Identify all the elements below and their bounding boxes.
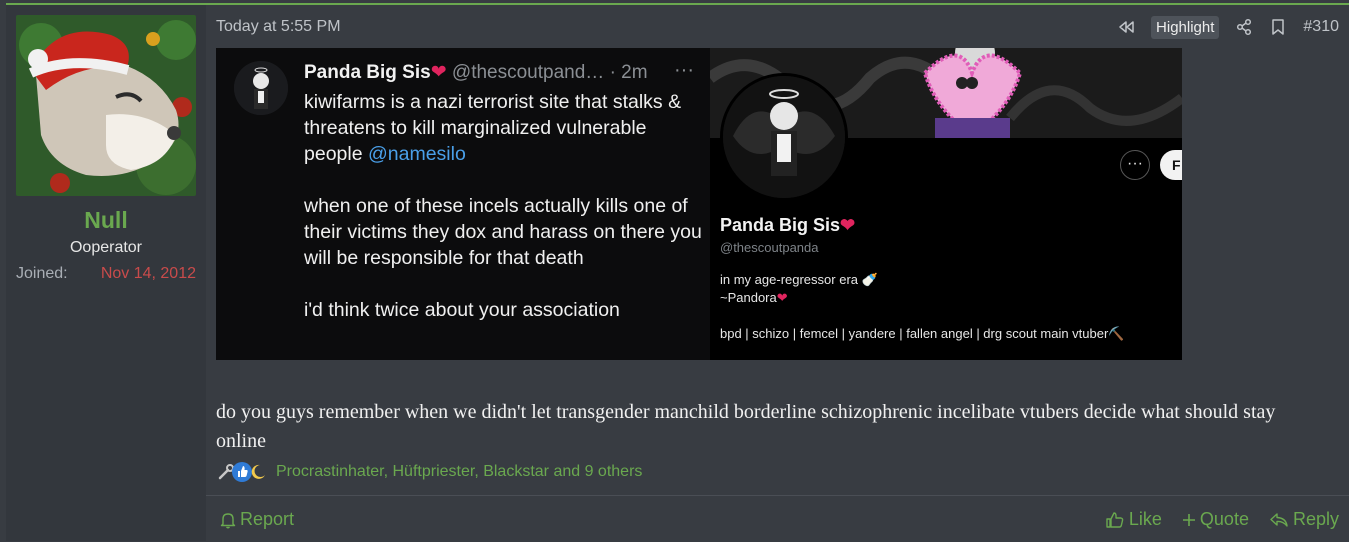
- reply-icon: [1270, 512, 1288, 527]
- author-avatar[interactable]: [16, 15, 196, 196]
- profile-name-text: Panda Big Sis: [720, 215, 841, 235]
- quote-label: Quote: [1199, 509, 1249, 529]
- post-author-sidebar: Null Ooperator Joined: Nov 14, 2012: [6, 5, 206, 541]
- joined-date: Nov 14, 2012: [100, 265, 196, 282]
- reply-button[interactable]: Reply: [1269, 509, 1339, 530]
- reaction-users[interactable]: Procrastinhater, Hüftpriester, Blackstar…: [276, 463, 642, 481]
- tweet-paragraph-1: kiwifarms is a nazi terrorist site that …: [304, 89, 704, 167]
- forum-post: Null Ooperator Joined: Nov 14, 2012 Toda…: [6, 5, 1349, 541]
- profile-more-button: ···: [1120, 150, 1150, 180]
- moon-icon: [248, 462, 268, 482]
- profile-avatar: [720, 73, 848, 201]
- report-button[interactable]: Report: [220, 509, 294, 530]
- tweet-paragraph-2: when one of these incels actually kills …: [304, 195, 702, 269]
- bookmark-icon[interactable]: [1269, 18, 1287, 36]
- joined-label: Joined:: [16, 265, 68, 282]
- tweet-mention: @namesilo: [367, 143, 466, 165]
- highlight-button[interactable]: Highlight: [1151, 15, 1220, 39]
- like-label: Like: [1128, 509, 1162, 529]
- heart-icon: ❤: [776, 290, 788, 305]
- like-button[interactable]: Like: [1105, 509, 1162, 530]
- author-username[interactable]: Null: [6, 207, 206, 234]
- tweet-more-icon: ···: [674, 59, 694, 81]
- profile-bio-line-1: in my age-regressor era 🍼: [720, 272, 878, 287]
- embedded-screenshot[interactable]: Panda Big Sis❤ @thescoutpand… · 2m ··· k…: [216, 48, 1182, 360]
- rewind-icon[interactable]: [1117, 18, 1135, 36]
- post-main: Today at 5:55 PM Highlight #310 Panda Bi…: [206, 5, 1349, 541]
- tweet-author-name: Panda Big Sis: [304, 62, 431, 83]
- post-message: do you guys remember when we didn't let …: [216, 401, 1276, 452]
- profile-bio-line-3: bpd | schizo | femcel | yandere | fallen…: [720, 326, 1125, 341]
- profile-bio-line-2: ~Pandora❤: [720, 290, 788, 306]
- post-number-link[interactable]: #310: [1303, 18, 1339, 36]
- profile-name: Panda Big Sis❤: [720, 215, 855, 236]
- tweet-avatar: [234, 61, 288, 115]
- tweet-panel: Panda Big Sis❤ @thescoutpand… · 2m ··· k…: [216, 48, 710, 360]
- plus-icon: [1182, 513, 1195, 526]
- share-icon[interactable]: [1235, 18, 1253, 36]
- profile-follow-button: F: [1160, 150, 1182, 180]
- author-title: Ooperator: [69, 239, 143, 256]
- profile-bio-line-2-text: ~Pandora: [720, 290, 777, 305]
- reply-label: Reply: [1292, 509, 1339, 529]
- heart-icon: ❤: [840, 215, 856, 235]
- thumbs-up-outline-icon: [1106, 511, 1124, 528]
- tweet-handle: @thescoutpand… · 2m: [451, 62, 648, 83]
- reaction-icons: [216, 462, 265, 482]
- profile-panel: ··· F Panda Big Sis❤ @thescoutpanda in m…: [710, 48, 1182, 360]
- bell-icon: [220, 512, 236, 528]
- post-actions: Highlight #310: [1117, 15, 1339, 39]
- profile-handle: @thescoutpanda: [720, 240, 819, 255]
- tweet-line-1: kiwifarms is a nazi terrorist site that …: [304, 91, 682, 165]
- quote-button[interactable]: Quote: [1182, 509, 1249, 530]
- post-timestamp[interactable]: Today at 5:55 PM: [216, 18, 341, 36]
- tweet-body: kiwifarms is a nazi terrorist site that …: [304, 89, 704, 349]
- post-footer: Report Like Quote Reply: [206, 495, 1349, 542]
- report-label: Report: [240, 509, 295, 529]
- footer-actions: Like Quote Reply: [1105, 509, 1339, 530]
- reactions-bar[interactable]: Procrastinhater, Hüftpriester, Blackstar…: [216, 462, 642, 482]
- tweet-header: Panda Big Sis❤ @thescoutpand… · 2m: [304, 61, 648, 84]
- heart-icon: ❤: [430, 62, 447, 83]
- tweet-paragraph-3: i'd think twice about your association: [304, 299, 620, 321]
